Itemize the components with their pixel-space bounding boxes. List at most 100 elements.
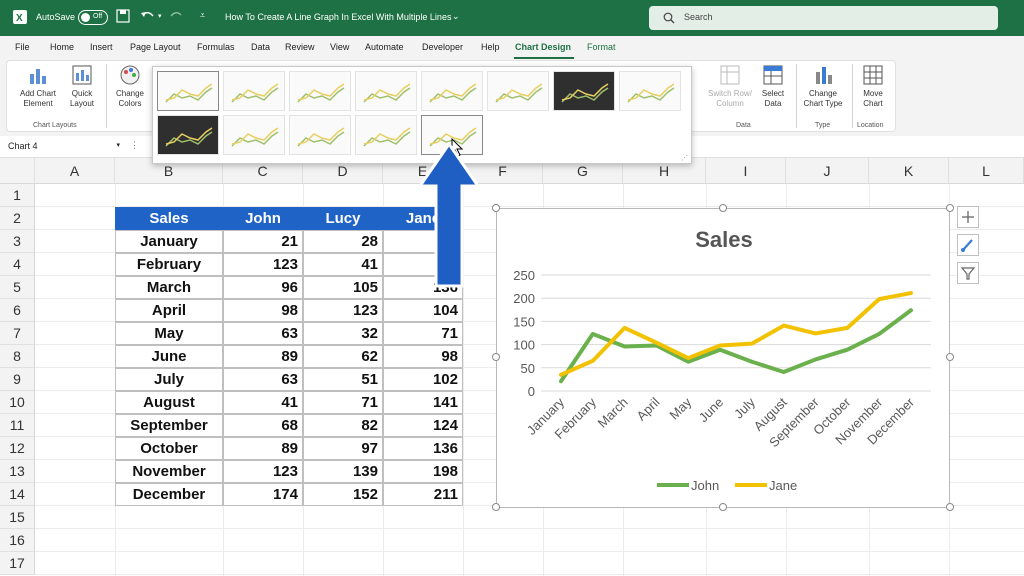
value-cell[interactable]: 123	[223, 460, 303, 483]
value-cell[interactable]: 71	[383, 322, 463, 345]
chart-style-thumbnail[interactable]	[487, 71, 549, 111]
value-cell[interactable]: 62	[303, 345, 383, 368]
value-cell[interactable]: 141	[383, 391, 463, 414]
value-cell[interactable]: 152	[303, 483, 383, 506]
row-header-6[interactable]: 6	[0, 299, 35, 322]
value-cell[interactable]: 98	[383, 345, 463, 368]
add-chart-element-button[interactable]: Add Chart Element	[12, 64, 64, 109]
resize-handle[interactable]	[492, 353, 500, 361]
month-cell[interactable]: February	[115, 253, 223, 276]
chart-elements-button[interactable]	[957, 206, 979, 228]
customize-qat-icon[interactable]: ⩡	[200, 10, 205, 21]
resize-handle[interactable]	[946, 204, 954, 212]
resize-handle[interactable]	[719, 503, 727, 511]
move-chart-button[interactable]: Move Chart	[855, 64, 891, 109]
tab-review[interactable]: Review	[285, 42, 315, 52]
value-cell[interactable]: 96	[223, 276, 303, 299]
chart-area[interactable]: Sales 0 50 100 150 200 250 January February March…	[496, 208, 950, 508]
chart-style-thumbnail[interactable]	[223, 71, 285, 111]
chart-style-thumbnail[interactable]	[553, 71, 615, 111]
value-cell[interactable]: 123	[223, 253, 303, 276]
row-header-10[interactable]: 10	[0, 391, 35, 414]
month-cell[interactable]: April	[115, 299, 223, 322]
value-cell[interactable]: 63	[223, 368, 303, 391]
column-header-a[interactable]: A	[35, 158, 115, 184]
row-header-4[interactable]: 4	[0, 253, 35, 276]
change-chart-type-button[interactable]: Change Chart Type	[800, 64, 846, 109]
switch-row-column-button[interactable]: Switch Row/ Column	[702, 64, 758, 109]
column-header-j[interactable]: J	[786, 158, 869, 184]
month-cell[interactable]: January	[115, 230, 223, 253]
undo-icon[interactable]	[140, 9, 156, 23]
tab-format[interactable]: Format	[587, 42, 616, 52]
row-header-13[interactable]: 13	[0, 460, 35, 483]
value-cell[interactable]: 139	[303, 460, 383, 483]
row-header-5[interactable]: 5	[0, 276, 35, 299]
column-header-i[interactable]: I	[706, 158, 786, 184]
value-cell[interactable]: 41	[303, 253, 383, 276]
row-header-11[interactable]: 11	[0, 414, 35, 437]
value-cell[interactable]: 98	[223, 299, 303, 322]
month-cell[interactable]: June	[115, 345, 223, 368]
month-cell[interactable]: December	[115, 483, 223, 506]
name-box-dropdown-icon[interactable]: ▾	[116, 141, 120, 149]
tab-view[interactable]: View	[330, 42, 349, 52]
chart-filters-button[interactable]	[957, 262, 979, 284]
formula-options-icon[interactable]: ⋮	[130, 140, 139, 151]
month-cell[interactable]: July	[115, 368, 223, 391]
select-all-corner[interactable]	[0, 158, 35, 184]
row-header-3[interactable]: 3	[0, 230, 35, 253]
tab-chart-design[interactable]: Chart Design	[515, 42, 571, 52]
chart-style-thumbnail[interactable]	[289, 71, 351, 111]
title-chevron-down-icon[interactable]: ⌄	[452, 11, 460, 22]
row-header-7[interactable]: 7	[0, 322, 35, 345]
search-box[interactable]: Search	[649, 6, 998, 30]
value-cell[interactable]: 63	[223, 322, 303, 345]
resize-handle[interactable]	[719, 204, 727, 212]
table-header-cell[interactable]: John	[223, 207, 303, 230]
row-header-15[interactable]: 15	[0, 506, 35, 529]
value-cell[interactable]: 211	[383, 483, 463, 506]
month-cell[interactable]: September	[115, 414, 223, 437]
column-header-k[interactable]: K	[869, 158, 949, 184]
excel-logo-icon[interactable]: X	[12, 9, 28, 25]
chart-styles-button[interactable]	[957, 234, 979, 256]
resize-handle[interactable]	[492, 503, 500, 511]
chart-style-thumbnail[interactable]	[157, 71, 219, 111]
chart-style-thumbnail[interactable]	[619, 71, 681, 111]
row-header-9[interactable]: 9	[0, 368, 35, 391]
chart-style-thumbnail[interactable]	[355, 71, 417, 111]
value-cell[interactable]: 41	[223, 391, 303, 414]
value-cell[interactable]: 174	[223, 483, 303, 506]
value-cell[interactable]: 104	[383, 299, 463, 322]
autosave-toggle[interactable]: Off	[78, 10, 108, 25]
chart-style-thumbnail[interactable]	[289, 115, 351, 155]
month-cell[interactable]: March	[115, 276, 223, 299]
tab-formulas[interactable]: Formulas	[197, 42, 235, 52]
column-header-l[interactable]: L	[949, 158, 1024, 184]
resize-handle[interactable]	[946, 353, 954, 361]
gallery-resize-grip-icon[interactable]: ⋰	[681, 154, 688, 162]
undo-dropdown-icon[interactable]: ▾	[158, 12, 162, 20]
value-cell[interactable]: 198	[383, 460, 463, 483]
value-cell[interactable]: 105	[303, 276, 383, 299]
table-header-cell[interactable]: Sales	[115, 207, 223, 230]
month-cell[interactable]: November	[115, 460, 223, 483]
value-cell[interactable]: 102	[383, 368, 463, 391]
tab-file[interactable]: File	[15, 42, 30, 52]
chart-style-thumbnail[interactable]	[421, 71, 483, 111]
value-cell[interactable]: 68	[223, 414, 303, 437]
month-cell[interactable]: August	[115, 391, 223, 414]
row-header-12[interactable]: 12	[0, 437, 35, 460]
row-header-1[interactable]: 1	[0, 184, 35, 207]
line-chart[interactable]: Sales050100150200250JanuaryFebruaryMarch…	[497, 209, 951, 509]
month-cell[interactable]: October	[115, 437, 223, 460]
value-cell[interactable]: 123	[303, 299, 383, 322]
tab-page-layout[interactable]: Page Layout	[130, 42, 181, 52]
row-header-2[interactable]: 2	[0, 207, 35, 230]
value-cell[interactable]: 136	[383, 437, 463, 460]
value-cell[interactable]: 32	[303, 322, 383, 345]
select-data-button[interactable]: Select Data	[756, 64, 790, 109]
month-cell[interactable]: May	[115, 322, 223, 345]
value-cell[interactable]: 71	[303, 391, 383, 414]
